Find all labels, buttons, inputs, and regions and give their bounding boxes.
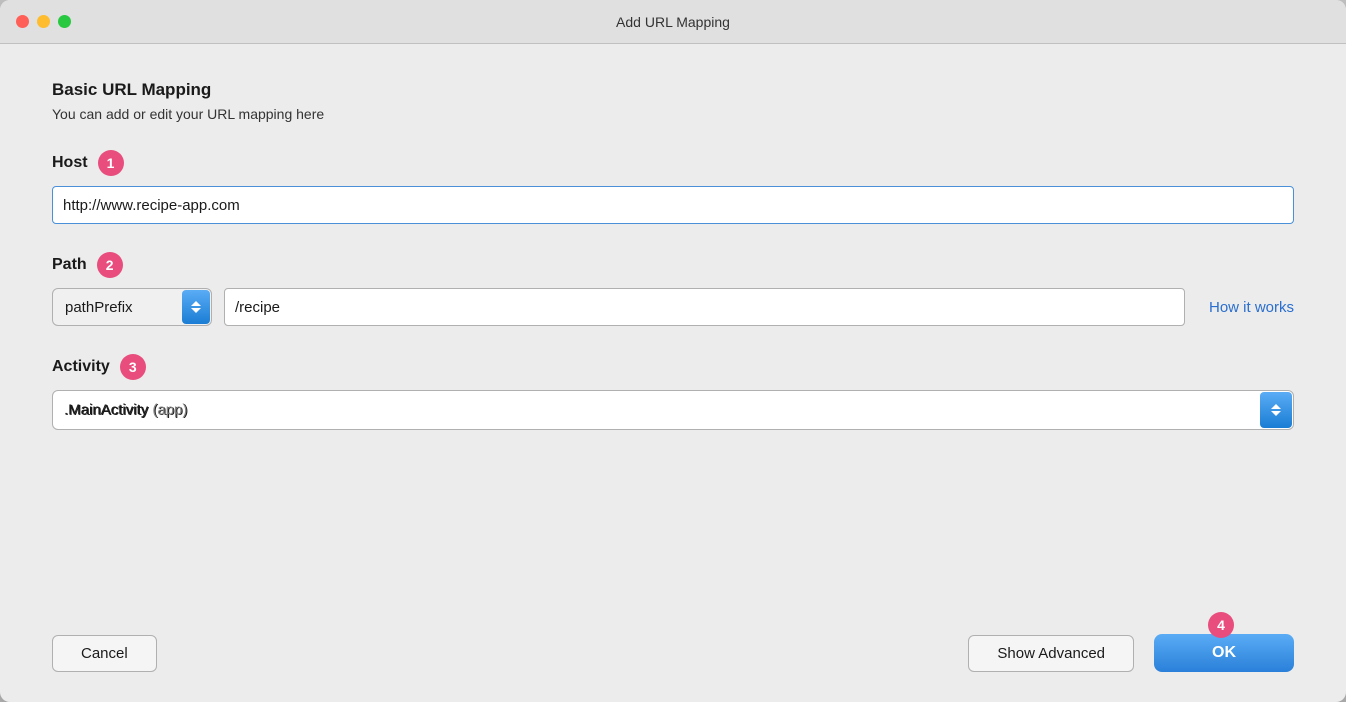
activity-select[interactable]: .MainActivity (app)	[52, 390, 1294, 430]
path-input[interactable]	[224, 288, 1185, 326]
main-window: Add URL Mapping Basic URL Mapping You ca…	[0, 0, 1346, 702]
window-controls	[16, 15, 71, 28]
path-type-select[interactable]: pathPrefix pathPattern pathLiteral	[52, 288, 212, 326]
close-button[interactable]	[16, 15, 29, 28]
activity-label-row: Activity 3	[52, 354, 1294, 380]
how-it-works-link[interactable]: How it works	[1209, 299, 1294, 316]
right-buttons: Show Advanced 4 OK	[968, 634, 1294, 672]
host-label: Host	[52, 154, 88, 172]
footer: Cancel Show Advanced 4 OK	[0, 634, 1346, 702]
ok-button[interactable]: OK	[1154, 634, 1294, 672]
host-label-row: Host 1	[52, 150, 1294, 176]
titlebar: Add URL Mapping	[0, 0, 1346, 44]
host-field-group: Host 1	[52, 150, 1294, 224]
ok-badge: 4	[1208, 612, 1234, 638]
activity-label: Activity	[52, 358, 110, 376]
minimize-button[interactable]	[37, 15, 50, 28]
show-advanced-button[interactable]: Show Advanced	[968, 635, 1134, 672]
activity-field-group: Activity 3 .MainActivity (app) .MainActi…	[52, 354, 1294, 430]
activity-badge: 3	[120, 354, 146, 380]
activity-select-wrapper: .MainActivity (app) .MainActivity (app)	[52, 390, 1294, 430]
host-input[interactable]	[52, 186, 1294, 224]
section-title: Basic URL Mapping	[52, 80, 1294, 100]
path-row: pathPrefix pathPattern pathLiteral How i…	[52, 288, 1294, 326]
path-badge: 2	[97, 252, 123, 278]
section-subtitle: You can add or edit your URL mapping her…	[52, 106, 1294, 122]
host-badge: 1	[98, 150, 124, 176]
path-select-wrapper: pathPrefix pathPattern pathLiteral	[52, 288, 212, 326]
content-area: Basic URL Mapping You can add or edit yo…	[0, 44, 1346, 634]
path-label-row: Path 2	[52, 252, 1294, 278]
path-label: Path	[52, 256, 87, 274]
window-title: Add URL Mapping	[616, 14, 730, 30]
path-field-group: Path 2 pathPrefix pathPattern pathLitera…	[52, 252, 1294, 326]
maximize-button[interactable]	[58, 15, 71, 28]
cancel-button[interactable]: Cancel	[52, 635, 157, 672]
